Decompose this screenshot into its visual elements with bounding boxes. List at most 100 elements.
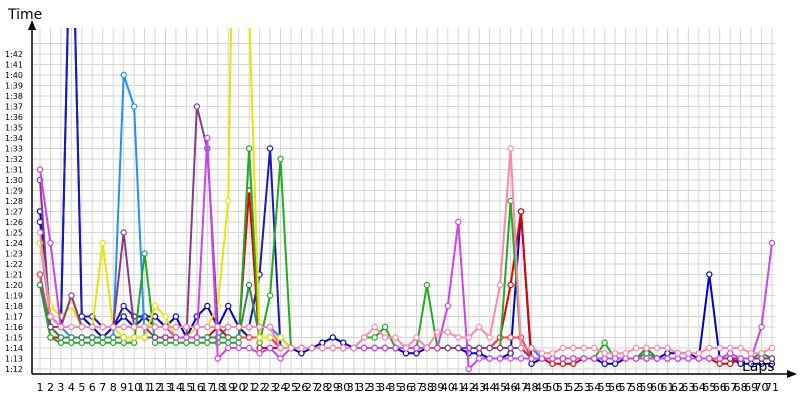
- data-point: [141, 250, 148, 257]
- data-point: [674, 355, 682, 362]
- data-point: [601, 360, 608, 367]
- y-tick-label: 1:20: [5, 281, 23, 290]
- data-point: [214, 323, 221, 331]
- y-axis-title: Time: [7, 7, 42, 23]
- data-point: [580, 355, 587, 362]
- data-point: [130, 103, 138, 110]
- data-point: [476, 350, 483, 357]
- data-point: [747, 350, 755, 357]
- data-point: [277, 155, 284, 163]
- y-tick-label: 1:37: [5, 103, 23, 112]
- data-point: [266, 344, 274, 352]
- x-axis-title: Laps: [742, 359, 775, 375]
- data-point: [423, 344, 431, 352]
- data-point: [601, 339, 608, 346]
- data-point: [434, 344, 441, 352]
- data-point: [726, 350, 734, 357]
- data-point: [78, 323, 86, 331]
- data-point: [235, 339, 242, 346]
- data-point: [130, 339, 138, 346]
- data-point: [120, 71, 127, 79]
- data-point: [235, 323, 242, 331]
- data-point: [193, 103, 201, 110]
- data-point: [706, 344, 713, 352]
- data-point: [360, 334, 368, 341]
- data-point: [758, 323, 765, 331]
- x-tick-label: 1: [37, 381, 44, 394]
- y-tick-label: 1:28: [5, 197, 23, 206]
- data-point: [726, 355, 734, 362]
- data-point: [68, 323, 75, 331]
- data-point: [455, 344, 462, 352]
- data-point: [151, 339, 159, 346]
- x-tick-label: 5: [78, 381, 85, 394]
- data-point: [340, 339, 347, 346]
- data-point: [256, 350, 263, 357]
- x-tick-label: 9: [120, 381, 127, 394]
- y-tick-label: 1:35: [5, 124, 23, 133]
- data-point: [507, 350, 514, 357]
- data-point: [245, 281, 253, 289]
- y-tick-label: 1:40: [5, 71, 23, 80]
- data-point: [716, 360, 723, 367]
- data-point: [256, 323, 263, 331]
- data-point: [99, 239, 106, 247]
- data-point: [653, 344, 661, 352]
- data-point: [266, 323, 274, 331]
- data-point: [225, 302, 232, 310]
- data-point: [486, 334, 493, 341]
- data-point: [172, 339, 180, 346]
- data-point: [768, 344, 775, 352]
- data-point: [622, 350, 629, 357]
- data-point: [392, 334, 399, 341]
- data-point: [517, 344, 525, 352]
- data-point: [193, 323, 201, 331]
- data-point: [225, 197, 232, 205]
- data-point: [47, 323, 54, 331]
- data-point: [455, 218, 462, 226]
- data-point: [245, 334, 253, 341]
- y-tick-label: 1:36: [5, 113, 23, 122]
- data-point: [36, 166, 44, 173]
- data-point: [172, 334, 180, 341]
- y-tick-label: 1:19: [5, 292, 23, 301]
- data-point: [204, 323, 211, 331]
- data-point: [245, 323, 253, 331]
- data-point: [580, 344, 587, 352]
- data-point: [277, 334, 284, 341]
- data-point: [402, 350, 410, 357]
- y-tick-label: 1:21: [5, 271, 23, 280]
- x-tick-label: 3: [57, 381, 64, 394]
- data-point: [381, 323, 389, 331]
- data-point: [57, 323, 65, 331]
- x-tick-label: 71: [765, 381, 779, 394]
- data-point: [162, 313, 169, 320]
- y-tick-label: 1:12: [5, 365, 23, 374]
- data-point: [141, 334, 148, 341]
- data-point: [570, 360, 577, 367]
- data-point: [57, 339, 65, 346]
- data-point: [392, 344, 399, 352]
- data-point: [371, 344, 378, 352]
- data-point: [496, 344, 504, 352]
- data-point: [151, 323, 159, 331]
- data-point: [476, 355, 483, 362]
- data-point: [685, 355, 692, 362]
- data-point: [768, 239, 775, 247]
- data-point: [204, 302, 211, 310]
- data-point: [287, 344, 295, 352]
- data-point: [632, 355, 640, 362]
- data-point: [611, 355, 619, 362]
- data-point: [476, 323, 483, 331]
- data-point: [193, 334, 201, 341]
- data-point: [444, 302, 452, 310]
- data-point: [36, 271, 44, 278]
- y-tick-label: 1:39: [5, 82, 23, 91]
- data-point: [528, 344, 535, 352]
- data-point: [130, 334, 138, 341]
- data-point: [465, 365, 472, 373]
- data-point: [570, 355, 577, 362]
- data-point: [434, 329, 441, 336]
- data-point: [162, 323, 169, 331]
- data-point: [350, 344, 357, 352]
